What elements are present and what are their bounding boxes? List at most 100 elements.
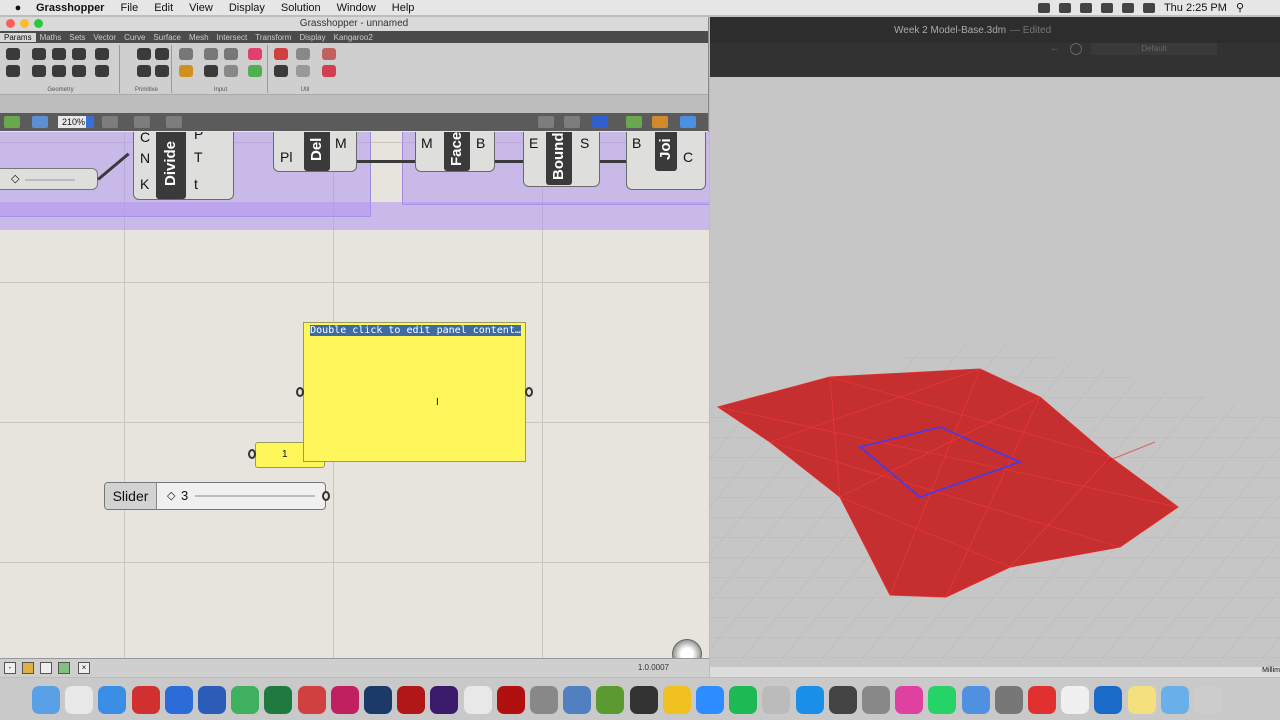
chrome-icon[interactable]	[65, 686, 94, 714]
premiere-icon[interactable]	[430, 686, 459, 714]
dashboard-icon[interactable]	[828, 686, 857, 714]
mail-icon[interactable]	[994, 686, 1023, 714]
help-icon[interactable]	[680, 116, 696, 128]
slider-track[interactable]	[195, 495, 315, 497]
qgis-icon[interactable]	[596, 686, 625, 714]
number-param-icon[interactable]	[137, 65, 151, 77]
timer-icon[interactable]	[1028, 686, 1056, 714]
back-arrow-icon[interactable]: ←	[1050, 43, 1060, 54]
tab-transform[interactable]: Transform	[251, 33, 295, 42]
menu-solution[interactable]: Solution	[273, 2, 329, 14]
grasshopper-icon[interactable]	[530, 686, 558, 714]
slider-output-grip[interactable]	[322, 491, 330, 501]
surface-param-icon[interactable]	[72, 65, 86, 77]
panel-output-grip[interactable]	[525, 387, 533, 397]
output-port-p[interactable]: P	[194, 132, 203, 142]
open-file-icon[interactable]	[4, 116, 20, 128]
apple-icon[interactable]: ●	[8, 2, 28, 14]
cluster-icon[interactable]	[322, 48, 336, 60]
tab-kangaroo2[interactable]: Kangaroo2	[330, 33, 377, 42]
tab-display[interactable]: Display	[295, 33, 329, 42]
text-panel[interactable]: Double click to edit panel content… I	[303, 322, 526, 462]
zoom-window-button[interactable]	[34, 19, 43, 28]
brep-param-icon[interactable]	[72, 48, 86, 60]
input-port-c[interactable]: C	[140, 132, 150, 145]
value-list-icon[interactable]	[204, 65, 218, 77]
button-input-icon[interactable]	[204, 48, 218, 60]
bluetooth-icon[interactable]	[1100, 2, 1113, 13]
arrow-icon[interactable]	[296, 48, 310, 60]
whatsapp-icon[interactable]	[928, 686, 957, 714]
zoom-dropdown[interactable]: 210%	[58, 116, 94, 128]
download-icon[interactable]	[40, 662, 52, 674]
acrobat-icon[interactable]	[297, 686, 326, 714]
plane-param-icon[interactable]	[32, 65, 46, 77]
safari-icon[interactable]	[98, 686, 127, 714]
outlook-icon[interactable]	[1094, 686, 1123, 714]
appstore-icon[interactable]	[795, 686, 824, 714]
close-icon[interactable]: ×	[78, 662, 90, 674]
tab-curve[interactable]: Curve	[120, 33, 149, 42]
menu-file[interactable]: File	[112, 2, 146, 14]
solver-icon[interactable]	[652, 116, 668, 128]
mesh-param-icon[interactable]	[95, 48, 109, 60]
divide-curve-component[interactable]: Divide C N K P T t	[133, 132, 234, 200]
output-port-s[interactable]: S	[580, 135, 589, 151]
indesign-icon[interactable]	[330, 686, 359, 714]
tab-mesh[interactable]: Mesh	[185, 33, 213, 42]
menu-app-name[interactable]: Grasshopper	[28, 2, 112, 14]
vector-param-icon[interactable]	[52, 65, 66, 77]
tab-sets[interactable]: Sets	[65, 33, 89, 42]
tab-maths[interactable]: Maths	[36, 33, 66, 42]
photoshop-icon[interactable]	[364, 686, 392, 714]
relay-icon[interactable]	[296, 65, 310, 77]
tab-vector[interactable]: Vector	[89, 33, 120, 42]
boundary-surfaces-component[interactable]: Bound E S	[523, 132, 600, 187]
line-param-icon[interactable]	[6, 65, 20, 77]
integer-param-icon[interactable]	[155, 48, 169, 60]
spotlight-icon[interactable]: ⚲	[1236, 1, 1244, 14]
gear-icon[interactable]	[58, 662, 70, 674]
slack-icon[interactable]	[895, 686, 924, 714]
geometry-param-icon[interactable]	[95, 65, 109, 77]
save-file-icon[interactable]	[32, 116, 48, 128]
menu-help[interactable]: Help	[384, 2, 423, 14]
panel-content[interactable]: Double click to edit panel content…	[307, 324, 524, 350]
preview-icon[interactable]	[134, 116, 150, 128]
toggle-input-icon[interactable]	[224, 48, 238, 60]
menu-view[interactable]: View	[181, 2, 221, 14]
point-param-icon[interactable]	[6, 48, 20, 60]
qspace-icon[interactable]	[961, 686, 990, 714]
input-port-n[interactable]: N	[140, 150, 150, 166]
rhino-perspective-viewport[interactable]	[710, 77, 1280, 667]
tab-surface[interactable]: Surface	[149, 33, 185, 42]
zoom-extents-icon[interactable]	[102, 116, 118, 128]
input-port-k[interactable]: K	[140, 176, 149, 192]
word-icon-2[interactable]	[198, 686, 226, 714]
input-port-pl[interactable]: Pl	[280, 149, 292, 165]
input-source-icon[interactable]	[1079, 2, 1092, 13]
finder-icon[interactable]	[32, 686, 60, 714]
grammarly-icon[interactable]	[231, 686, 260, 714]
miro-icon[interactable]	[662, 686, 691, 714]
tools-icon[interactable]	[1058, 2, 1071, 13]
spotify-icon[interactable]	[729, 686, 758, 714]
flask-icon[interactable]	[322, 65, 336, 77]
preview-toggle-icon[interactable]	[22, 662, 34, 674]
battery-icon[interactable]	[1142, 2, 1155, 13]
pages-icon[interactable]	[1061, 686, 1090, 714]
notes-icon[interactable]	[1127, 686, 1156, 714]
preview-selected-icon[interactable]	[592, 116, 608, 128]
autocad-icon[interactable]	[496, 686, 525, 714]
acrobat-dc-icon[interactable]	[397, 686, 426, 714]
data-dam-icon[interactable]	[274, 65, 288, 77]
text-param-icon[interactable]	[155, 65, 169, 77]
tab-params[interactable]: Params	[0, 32, 36, 42]
trash-icon[interactable]	[1194, 686, 1222, 714]
wifi-icon[interactable]	[1121, 2, 1134, 13]
input-port-b[interactable]: B	[632, 135, 641, 151]
menu-edit[interactable]: Edit	[146, 2, 181, 14]
zotero-icon[interactable]	[131, 686, 160, 714]
layer-field[interactable]: Default	[1091, 43, 1217, 55]
rhino-icon[interactable]	[463, 686, 492, 714]
